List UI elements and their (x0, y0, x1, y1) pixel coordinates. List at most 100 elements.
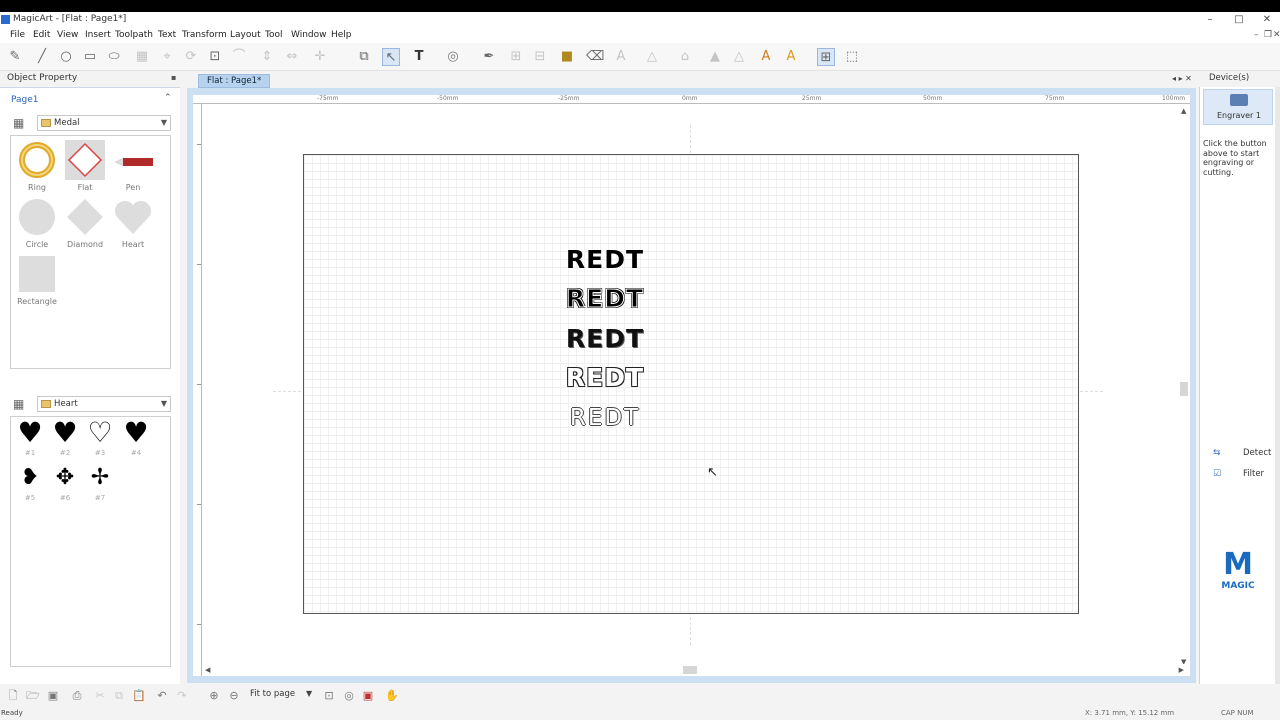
shape-tile-rectangle[interactable]: Rectangle (13, 252, 61, 308)
menu-view[interactable]: View (57, 30, 78, 40)
scroll-left-icon[interactable]: ◀ (205, 666, 210, 674)
text-sample-group[interactable]: REDT REDT REDT REDT REDT (554, 245, 656, 445)
magic-wand-icon[interactable]: ✎ (6, 48, 24, 66)
shape-tile-heart[interactable]: Heart (109, 195, 157, 251)
menu-file[interactable]: File (10, 30, 25, 40)
cut-icon[interactable]: ✂ (92, 688, 108, 704)
canvas-area[interactable]: -75mm -50mm -25mm 0mm 25mm 50mm 75mm 100… (193, 95, 1190, 676)
clipart-tile[interactable]: ♥ #1 (12, 418, 48, 462)
mdi-minimize-button[interactable]: – (1254, 30, 1259, 40)
engrave-icon[interactable]: ▲ (706, 48, 724, 66)
filter-button[interactable]: ☑ Filter (1213, 468, 1269, 482)
snap-grid-icon[interactable]: ⊞ (817, 48, 835, 66)
pan-hand-icon[interactable]: ✋ (384, 688, 400, 704)
text-object-hollow[interactable]: REDT (554, 363, 656, 392)
shape-tile-circle[interactable]: Circle (13, 195, 61, 251)
zoom-out-icon[interactable]: ⊖ (226, 688, 242, 704)
clipart-tile[interactable]: ✥ #6 (47, 463, 83, 507)
clipart-tile[interactable]: ♡ #3 (82, 418, 118, 462)
copy-icon[interactable]: ⧉ (111, 688, 127, 704)
chevron-down-icon[interactable]: ▼ (306, 689, 312, 698)
tab-flat-page1[interactable]: Flat : Page1* (198, 74, 271, 88)
view-frame-icon[interactable]: ⬚ (843, 48, 861, 66)
shape-tile-ring[interactable]: Ring (13, 138, 61, 194)
menu-transform[interactable]: Transform (182, 30, 227, 40)
close-button[interactable]: ✕ (1253, 13, 1280, 27)
select-tool-icon[interactable]: ↖ (382, 48, 400, 66)
menu-tool[interactable]: Tool (265, 30, 282, 40)
menu-insert[interactable]: Insert (85, 30, 111, 40)
tab-close-icon[interactable]: ✕ (1185, 74, 1192, 83)
vertical-scroll-thumb[interactable] (1180, 382, 1188, 396)
engraver-button[interactable]: Engraver 1 (1203, 89, 1273, 125)
grid-tool-icon[interactable]: ▦ (133, 48, 151, 66)
arrange-icon[interactable]: ✛ (311, 48, 329, 66)
grid-view-icon[interactable]: ▦ (13, 116, 28, 130)
shape-tile-pen[interactable]: Pen (109, 138, 157, 194)
filter-checkbox-icon[interactable]: ☑ (1213, 469, 1225, 479)
shape-category-select[interactable]: Medal ▼ (37, 115, 171, 131)
vertical-scrollbar[interactable]: ▲ ▼ (1178, 104, 1190, 668)
menu-edit[interactable]: Edit (33, 30, 50, 40)
zoom-mode-select[interactable]: Fit to page (250, 689, 295, 699)
distribute-icon[interactable]: ⇔ (283, 48, 301, 66)
fill-icon[interactable]: ■ (558, 48, 576, 66)
open-file-icon[interactable]: 🗁 (25, 688, 41, 704)
design-page[interactable]: REDT REDT REDT REDT REDT (303, 154, 1079, 614)
align-icon[interactable]: ⇕ (258, 48, 276, 66)
weld-icon[interactable]: ⌒ (230, 48, 248, 66)
collapse-icon[interactable]: ⌃ (164, 93, 172, 103)
mdi-close-button[interactable]: ✕ (1273, 30, 1280, 40)
clipart-tile[interactable]: ♥ #4 (118, 418, 154, 462)
redo-icon[interactable]: ↷ (174, 688, 190, 704)
hatch-icon[interactable]: △ (730, 48, 748, 66)
shape-fill-icon[interactable]: △ (643, 48, 661, 66)
clipart-tile[interactable]: ✢ #7 (82, 463, 118, 507)
horizontal-scrollbar[interactable]: ◀ ▶ (202, 664, 1188, 676)
zoom-page-icon[interactable]: ▣ (360, 688, 376, 704)
clipart-grid-icon[interactable]: ▦ (13, 397, 28, 411)
scroll-up-icon[interactable]: ▲ (1181, 107, 1186, 115)
text-object-thin-outline[interactable]: REDT (554, 405, 656, 431)
scroll-right-icon[interactable]: ▶ (1179, 666, 1184, 674)
menu-layout[interactable]: Layout (230, 30, 261, 40)
zoom-fit-icon[interactable]: ◎ (341, 688, 357, 704)
paste-icon[interactable]: 📋 (131, 688, 147, 704)
menu-text[interactable]: Text (158, 30, 176, 40)
mdi-restore-button[interactable]: ❐ (1264, 30, 1272, 40)
lock-icon[interactable]: ⊡ (206, 48, 224, 66)
ellipse-tool-icon[interactable]: ○ (57, 48, 75, 66)
detect-button[interactable]: ⇆ Detect (1213, 447, 1271, 461)
rotate-tool-icon[interactable]: ⟳ (182, 48, 200, 66)
docked-panel-strip[interactable] (1275, 87, 1280, 684)
pin-icon[interactable]: ▪ (171, 73, 176, 82)
import-icon[interactable]: ⧉ (355, 48, 373, 66)
zoom-window-icon[interactable]: ⊡ (321, 688, 337, 704)
eraser-icon[interactable]: ⌫ (586, 48, 604, 66)
menu-toolpath[interactable]: Toolpath (115, 30, 153, 40)
tab-next-icon[interactable]: ▸ (1179, 74, 1183, 83)
shape-tile-flat[interactable]: Flat (61, 138, 109, 194)
circle-text-icon[interactable]: ◎ (444, 48, 462, 66)
zoom-in-icon[interactable]: ⊕ (206, 688, 222, 704)
text-object-solid[interactable]: REDT (554, 245, 656, 274)
font-a-icon[interactable]: A (612, 48, 630, 66)
undo-icon[interactable]: ↶ (154, 688, 170, 704)
page-label[interactable]: Page1 (11, 95, 39, 105)
text-object-outline-black[interactable]: REDT (554, 284, 656, 314)
minimize-button[interactable]: – (1196, 13, 1224, 27)
pen-tool-icon[interactable]: ✒ (480, 48, 498, 66)
clipart-tile[interactable]: ♥ #2 (47, 418, 83, 462)
vectorize-icon[interactable]: A (757, 48, 775, 66)
polygon-tool-icon[interactable]: ⬭ (105, 48, 123, 66)
new-file-icon[interactable]: 🗋 (5, 688, 21, 704)
warp-icon[interactable]: ⊟ (531, 48, 549, 66)
trace-icon[interactable]: A (782, 48, 800, 66)
text-object-bold[interactable]: REDT (554, 324, 656, 353)
menu-help[interactable]: Help (331, 30, 352, 40)
outline-icon[interactable]: ⌂ (676, 48, 694, 66)
clipart-tile[interactable]: ❥ #5 (12, 463, 48, 507)
maximize-button[interactable]: □ (1225, 13, 1253, 27)
menu-window[interactable]: Window (291, 30, 327, 40)
node-edit-icon[interactable]: ⌖ (158, 48, 176, 66)
